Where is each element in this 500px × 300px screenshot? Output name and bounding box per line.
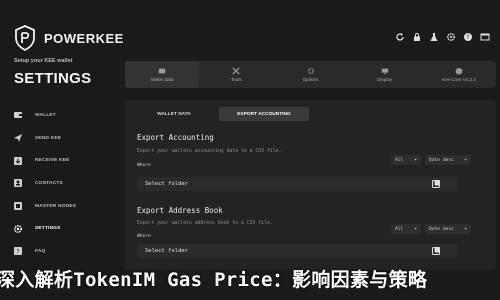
settings-tabs: Wallet data Tools Options Display Kee Co… <box>125 61 496 88</box>
settings-icon[interactable] <box>445 31 456 42</box>
gear-icon <box>12 223 23 234</box>
content-panel: WALLET DATA EXPORT ACCOUNTING Export Acc… <box>125 100 496 270</box>
dropdown-value: All <box>395 226 404 232</box>
open-folder-icon[interactable] <box>430 245 442 257</box>
subtab-export-accounting[interactable]: EXPORT ACCOUNTING <box>219 107 309 121</box>
overlay-headline: 深入解析TokenIM Gas Price：影响因素与策略 <box>0 269 428 291</box>
wallet-data-icon <box>158 68 166 74</box>
sidebar-item-label: FAQ <box>35 248 46 254</box>
export-accounting-sort-dropdown[interactable]: Date desc ▾ <box>425 155 471 165</box>
tab-label: Kee Core V4.3.4 <box>441 77 476 82</box>
tab-kee-core[interactable]: Kee Core V4.3.4 <box>422 61 496 88</box>
sidebar-item-label: CONTACTS <box>35 180 63 186</box>
chevron-down-icon: ▾ <box>464 157 467 163</box>
export-address-book-folder-input[interactable]: Select folder <box>137 244 457 258</box>
sidebar-item-label: RECEIVE KEE <box>35 158 70 164</box>
sidebar-item-label: WALLET <box>35 112 56 118</box>
setup-subtitle: Setup your KEE wallet <box>14 58 73 64</box>
export-address-book-description: Export your wallets address book to a CS… <box>137 221 273 226</box>
export-address-book-title: Export Address Book <box>137 206 223 215</box>
wallet-icon <box>12 110 23 121</box>
chevron-down-icon: ▾ <box>414 157 417 163</box>
dropdown-value: All <box>395 157 404 163</box>
receive-icon <box>12 155 23 166</box>
dropdown-value: Date desc <box>429 157 454 163</box>
send-icon <box>12 133 23 144</box>
sidebar-item-contacts[interactable]: CONTACTS <box>12 172 117 195</box>
export-address-book-where-label: Where <box>137 234 151 239</box>
app-window: POWERKEE Setup your KEE wallet SETTINGS … <box>0 0 500 300</box>
export-accounting-filter-dropdown[interactable]: All ▾ <box>391 155 421 165</box>
display-icon <box>381 68 388 75</box>
svg-text:?: ? <box>466 34 469 41</box>
tab-tools[interactable]: Tools <box>199 61 273 88</box>
kee-core-icon <box>455 67 463 75</box>
dropdown-value: Date desc <box>429 226 454 232</box>
page-title: SETTINGS <box>14 70 92 87</box>
export-address-book-sort-dropdown[interactable]: Date desc ▾ <box>425 224 471 234</box>
shield-logo-icon <box>15 25 35 51</box>
sidebar-item-send-kee[interactable]: SEND KEE <box>12 127 117 150</box>
open-folder-icon[interactable] <box>430 178 442 190</box>
help-icon[interactable]: ? <box>462 31 473 42</box>
sidebar-item-label: MASTER NODES <box>35 203 77 209</box>
chevron-down-icon: ▾ <box>414 226 417 232</box>
sidebar-item-settings[interactable]: SETTINGS <box>12 217 117 240</box>
export-accounting-folder-input[interactable]: Select folder <box>137 177 457 191</box>
tab-display[interactable]: Display <box>348 61 422 88</box>
brand-name: POWERKEE <box>44 30 124 46</box>
chevron-down-icon: ▾ <box>464 226 467 232</box>
tools-icon <box>232 67 240 75</box>
sidebar-item-label: SEND KEE <box>35 135 62 141</box>
subtab-wallet-data[interactable]: WALLET DATA <box>129 107 219 121</box>
lock-icon[interactable] <box>411 31 422 42</box>
sidebar: POWERKEE Setup your KEE wallet SETTINGS … <box>0 0 123 300</box>
sidebar-item-master-nodes[interactable]: MASTER NODES <box>12 195 117 218</box>
sidebar-item-receive-kee[interactable]: RECEIVE KEE <box>12 149 117 172</box>
sidebar-nav: WALLET SEND KEE RECEIVE KEE CONTACTS MAS… <box>12 104 117 263</box>
options-icon <box>307 67 314 75</box>
tab-label: Tools <box>230 77 242 82</box>
sidebar-item-label: SETTINGS <box>35 226 61 232</box>
sidebar-item-wallet[interactable]: WALLET <box>12 104 117 127</box>
sub-tabs: WALLET DATA EXPORT ACCOUNTING <box>129 107 309 121</box>
tab-label: Wallet data <box>150 77 174 82</box>
sidebar-item-faq[interactable]: ? FAQ <box>12 240 117 263</box>
tab-wallet-data[interactable]: Wallet data <box>125 61 200 88</box>
export-accounting-title: Export Accounting <box>137 133 214 142</box>
tab-label: Display <box>377 77 393 82</box>
master-nodes-icon <box>12 201 23 212</box>
brand-logo: POWERKEE <box>14 25 124 51</box>
window-icon[interactable] <box>479 31 490 42</box>
export-accounting-where-label: Where <box>137 163 151 168</box>
export-address-book-filter-dropdown[interactable]: All ▾ <box>391 224 421 234</box>
top-toolbar: ? <box>394 31 490 42</box>
refresh-icon[interactable] <box>394 31 405 42</box>
flask-icon[interactable] <box>428 31 439 42</box>
tab-options[interactable]: Options <box>273 61 347 88</box>
svg-text:?: ? <box>16 249 19 256</box>
tab-label: Options <box>302 77 319 82</box>
faq-icon: ? <box>12 246 23 257</box>
export-accounting-description: Export your wallets accounting data to a… <box>137 149 282 154</box>
contacts-icon <box>12 178 23 189</box>
